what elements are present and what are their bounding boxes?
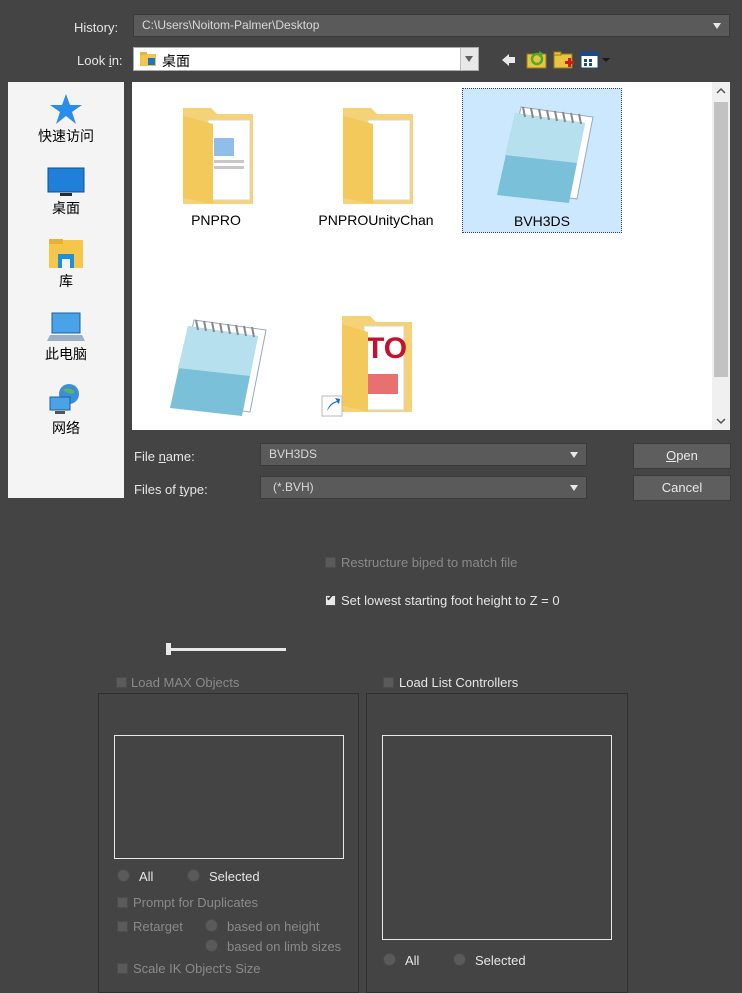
scroll-down-icon[interactable] — [712, 412, 730, 430]
file-item-pnprounitychan[interactable]: PNPROUnityChan — [296, 88, 456, 234]
scale-ik-checkbox[interactable] — [117, 963, 128, 974]
notepad-icon — [170, 319, 267, 416]
prompt-duplicates-checkbox[interactable] — [117, 897, 128, 908]
selected-radio[interactable] — [187, 869, 200, 882]
retarget-checkbox[interactable] — [117, 921, 128, 932]
all-label: All — [139, 869, 154, 884]
selected-label-2: Selected — [475, 953, 526, 968]
scroll-up-icon[interactable] — [712, 82, 730, 100]
file-item-notepad[interactable] — [136, 304, 296, 428]
filetype-label: Files of type: — [134, 482, 208, 497]
places-sidebar: 快速访问 桌面 库 此电脑 网络 — [8, 82, 124, 498]
desktop-icon — [47, 167, 85, 196]
load-max-checkbox[interactable] — [116, 677, 127, 688]
chevron-down-icon[interactable] — [460, 48, 478, 70]
history-label: History: — [74, 20, 119, 35]
slider-track[interactable] — [168, 648, 286, 651]
lookin-label: Look in: — [77, 53, 123, 68]
history-combo[interactable]: C:\Users\Noitom-Palmer\Desktop — [133, 14, 730, 37]
chevron-down-icon[interactable] — [570, 452, 578, 458]
open-button[interactable]: Open — [633, 443, 731, 469]
new-folder-icon[interactable] — [553, 49, 575, 71]
up-folder-icon[interactable] — [526, 48, 548, 70]
sidebar-item-desktop[interactable]: 桌面 — [8, 166, 124, 218]
list-controllers-list[interactable] — [382, 735, 612, 940]
based-height-radio[interactable] — [205, 919, 218, 932]
chevron-down-icon[interactable] — [570, 485, 578, 491]
all-radio[interactable] — [117, 869, 130, 882]
load-list-checkbox[interactable] — [383, 677, 394, 688]
back-arrow-icon[interactable] — [502, 53, 516, 67]
selected-radio-2[interactable] — [453, 953, 466, 966]
filename-value: BVH3DS — [269, 447, 318, 461]
notepad-icon — [497, 106, 594, 203]
load-list-label: Load List Controllers — [399, 675, 519, 690]
file-list-scrollbar[interactable] — [712, 82, 730, 430]
filename-combo[interactable]: BVH3DS — [260, 443, 587, 466]
set-lowest-checkbox[interactable] — [325, 593, 336, 606]
folder-icon — [183, 108, 253, 204]
selected-label: Selected — [209, 869, 260, 884]
file-list[interactable]: PNPRO PNPROUnityChan BVH3DS TO — [132, 82, 730, 430]
star-icon — [50, 94, 82, 124]
restructure-checkbox[interactable] — [325, 557, 336, 568]
computer-icon — [47, 312, 85, 341]
restructure-label: Restructure biped to match file — [341, 555, 518, 570]
lookin-value: 桌面 — [162, 54, 190, 70]
prompt-duplicates-label: Prompt for Duplicates — [133, 895, 258, 910]
file-item-pnpro[interactable]: PNPRO — [136, 88, 296, 234]
based-limb-radio[interactable] — [205, 939, 218, 952]
load-max-label: Load MAX Objects — [131, 675, 240, 690]
scroll-thumb[interactable] — [714, 102, 728, 377]
desktop-folder-icon — [140, 52, 156, 66]
sidebar-item-network[interactable]: 网络 — [8, 382, 124, 438]
file-name: BVH3DS — [513, 213, 571, 229]
chevron-down-icon[interactable] — [713, 23, 721, 29]
set-lowest-label: Set lowest starting foot height to Z = 0 — [341, 593, 560, 608]
all-radio-2[interactable] — [383, 953, 396, 966]
lookin-combo[interactable]: 桌面 — [133, 47, 479, 71]
sidebar-item-quick-access[interactable]: 快速访问 — [8, 92, 124, 146]
history-value: C:\Users\Noitom-Palmer\Desktop — [142, 18, 320, 32]
library-icon — [49, 239, 83, 268]
filetype-combo[interactable]: (*.BVH) — [260, 476, 587, 499]
file-name: PNPROUnityChan — [318, 212, 434, 228]
folder-icon — [343, 108, 413, 204]
file-name: PNPRO — [191, 212, 241, 228]
all-label-2: All — [405, 953, 420, 968]
network-icon — [49, 384, 79, 414]
slider-handle[interactable] — [166, 643, 171, 655]
sidebar-item-library[interactable]: 库 — [8, 237, 124, 291]
shortcut-folder-icon: TO — [321, 316, 412, 417]
filename-label: File name: — [134, 449, 195, 464]
based-limb-label: based on limb sizes — [227, 939, 342, 954]
sidebar-item-this-pc[interactable]: 此电脑 — [8, 310, 124, 364]
svg-text:TO: TO — [366, 332, 407, 365]
max-objects-list[interactable] — [114, 735, 344, 859]
retarget-label: Retarget — [133, 919, 183, 934]
scale-ik-label: Scale IK Object's Size — [133, 961, 261, 976]
file-item-shortcut[interactable]: TO — [296, 304, 456, 428]
view-menu-icon[interactable] — [580, 50, 614, 70]
based-height-label: based on height — [227, 919, 320, 934]
cancel-button[interactable]: Cancel — [633, 475, 731, 501]
filetype-value: (*.BVH) — [273, 480, 314, 494]
file-item-bvh3ds[interactable]: BVH3DS — [462, 88, 622, 233]
